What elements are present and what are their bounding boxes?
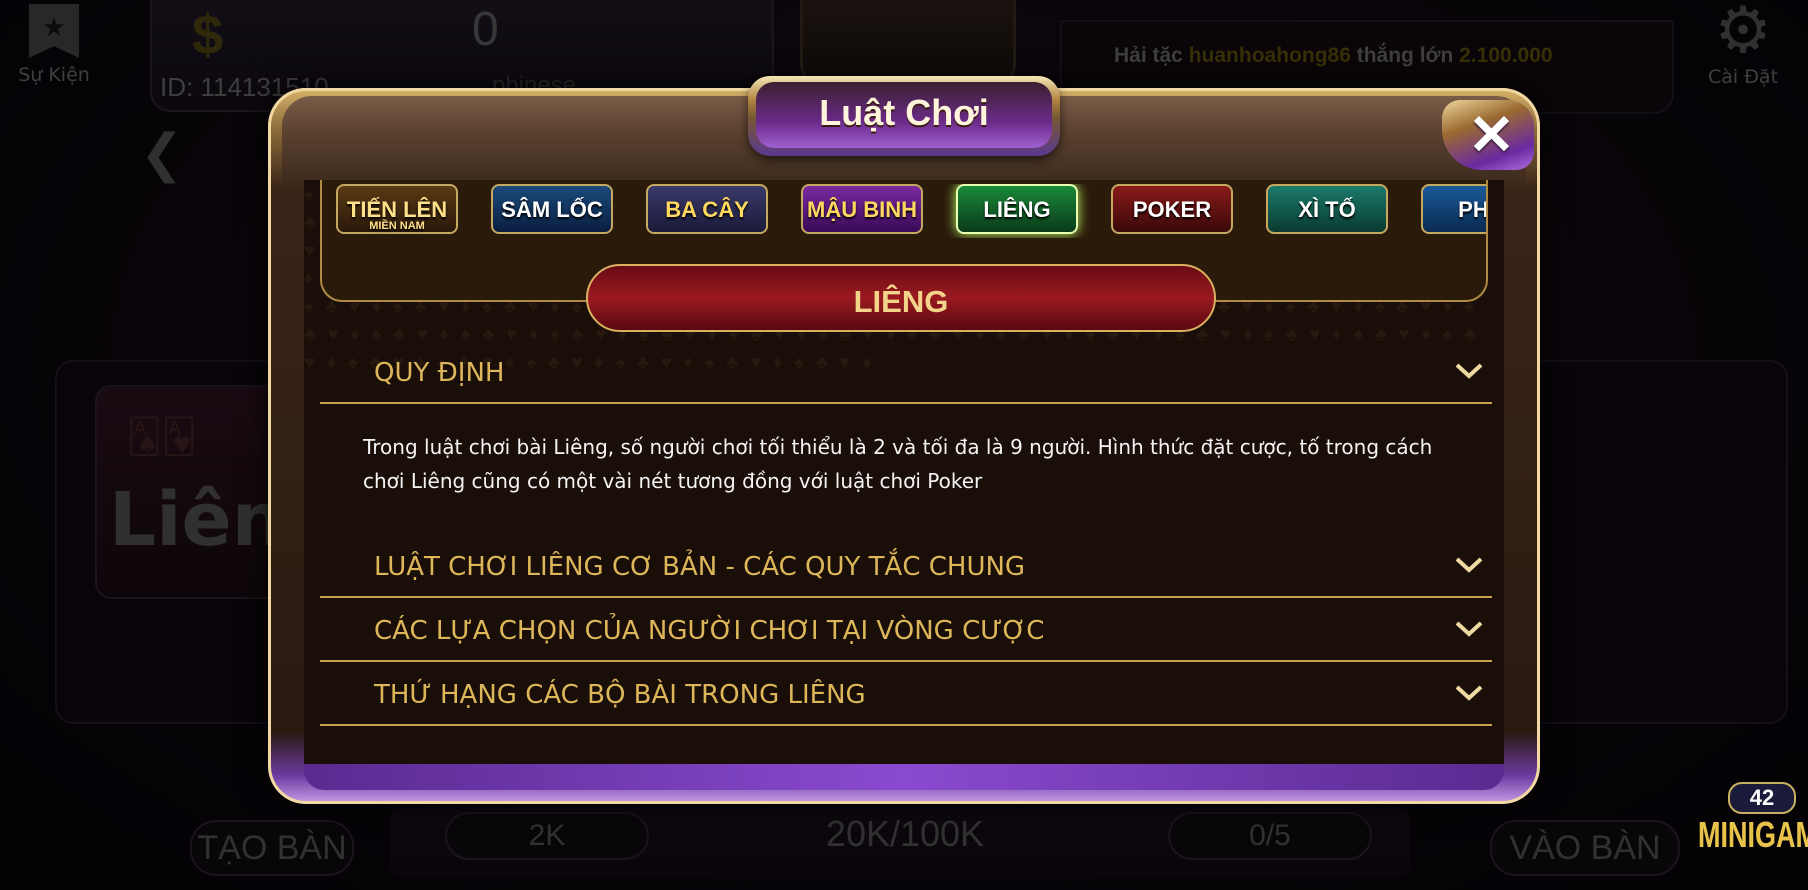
close-button[interactable]: ✕ bbox=[1442, 100, 1534, 170]
tab-poker[interactable]: POKER bbox=[1111, 184, 1233, 234]
section-header-lua-chon-vong-cuoc[interactable]: CÁC LỰA CHỌN CỦA NGƯỜI CHƠI TẠI VÒNG CƯỢ… bbox=[320, 598, 1492, 662]
join-table-button[interactable]: VÀO BÀN bbox=[1490, 820, 1680, 876]
close-icon: ✕ bbox=[1468, 103, 1515, 166]
star-flag-icon: ★ bbox=[29, 4, 79, 58]
tab-tien-len[interactable]: TIẾN LÊN MIỀN NAM bbox=[336, 184, 458, 234]
game-thumbnail[interactable]: 🂡🂱 Liên bbox=[95, 385, 289, 599]
player-count: 0/5 bbox=[1168, 812, 1372, 860]
news-middle: thắng lớn bbox=[1356, 44, 1454, 67]
tab-pho[interactable]: PHỎ bbox=[1421, 184, 1486, 234]
section-header-luat-choi-co-ban[interactable]: LUẬT CHƠI LIÊNG CƠ BẢN - CÁC QUY TẮC CHU… bbox=[320, 534, 1492, 598]
create-table-button[interactable]: TẠO BÀN bbox=[190, 820, 354, 876]
bet-level: 2K bbox=[445, 812, 649, 860]
dialog-title-plate: Luật Chơi bbox=[748, 76, 1060, 156]
section-content-quy-dinh: Trong luật chơi bài Liêng, số người chơi… bbox=[363, 435, 1433, 493]
minigame-button-overlay[interactable]: 42 MINIGAM bbox=[1698, 780, 1808, 890]
bet-range: 20K/100K bbox=[825, 813, 985, 854]
chevron-down-icon bbox=[1455, 685, 1483, 701]
tab-xi-to[interactable]: XÌ TỐ bbox=[1266, 184, 1388, 234]
news-amount: 2.100.000 bbox=[1459, 44, 1553, 67]
game-thumbnail-title: Liên bbox=[109, 477, 285, 563]
minigame-label: MINIGAM bbox=[1698, 814, 1808, 855]
selected-game-title: LIÊNG bbox=[853, 284, 949, 319]
back-arrow-icon[interactable]: ❮ bbox=[140, 124, 184, 184]
balance-value: 0 bbox=[472, 3, 499, 56]
tab-sam-loc[interactable]: SÂM LỐC bbox=[491, 184, 613, 234]
news-player: huanhoahong86 bbox=[1188, 44, 1351, 67]
chevron-down-icon bbox=[1455, 557, 1483, 573]
settings-button[interactable]: ⚙ Cài Đặt bbox=[1698, 0, 1788, 88]
section-header-thu-hang-bo-bai[interactable]: THỨ HẠNG CÁC BỘ BÀI TRONG LIÊNG bbox=[320, 662, 1492, 726]
chevron-down-icon bbox=[1455, 621, 1483, 637]
tab-ba-cay[interactable]: BA CÂY bbox=[646, 184, 768, 234]
rules-accordion: QUY ĐỊNH Trong luật chơi bài Liêng, số n… bbox=[320, 340, 1492, 726]
chevron-down-icon bbox=[1455, 363, 1483, 379]
news-prefix: Hải tặc bbox=[1114, 44, 1183, 67]
tab-mau-binh[interactable]: MẬU BINH bbox=[801, 184, 923, 234]
minigame-count-badge: 42 bbox=[1728, 782, 1796, 814]
settings-label: Cài Đặt bbox=[1707, 66, 1779, 88]
event-button[interactable]: ★ Sự Kiện bbox=[14, 4, 94, 86]
cards-icon: 🂡🂱 bbox=[127, 418, 197, 456]
rules-dialog: ♠♣♥♦♠♣♥♦♠♣♥♦♠♣♥♦♠♣♥♦♠♣♥♦♠♣♥♦♠♣♥♦♠♣♥♦♠♣♥♦… bbox=[268, 76, 1540, 804]
right-panel bbox=[1524, 360, 1788, 724]
gear-icon: ⚙ bbox=[1714, 0, 1772, 66]
dialog-title: Luật Chơi bbox=[819, 92, 989, 133]
section-header-quy-dinh[interactable]: QUY ĐỊNH bbox=[320, 340, 1492, 404]
event-label: Sự Kiện bbox=[18, 64, 90, 86]
dollar-icon: $ bbox=[192, 3, 224, 66]
selected-game-banner: LIÊNG bbox=[586, 264, 1216, 332]
game-tabs: TIẾN LÊN MIỀN NAM SÂM LỐC BA CÂY MẬU BINH LIÊ… bbox=[336, 184, 1486, 238]
tab-lieng[interactable]: LIÊNG bbox=[956, 184, 1078, 234]
